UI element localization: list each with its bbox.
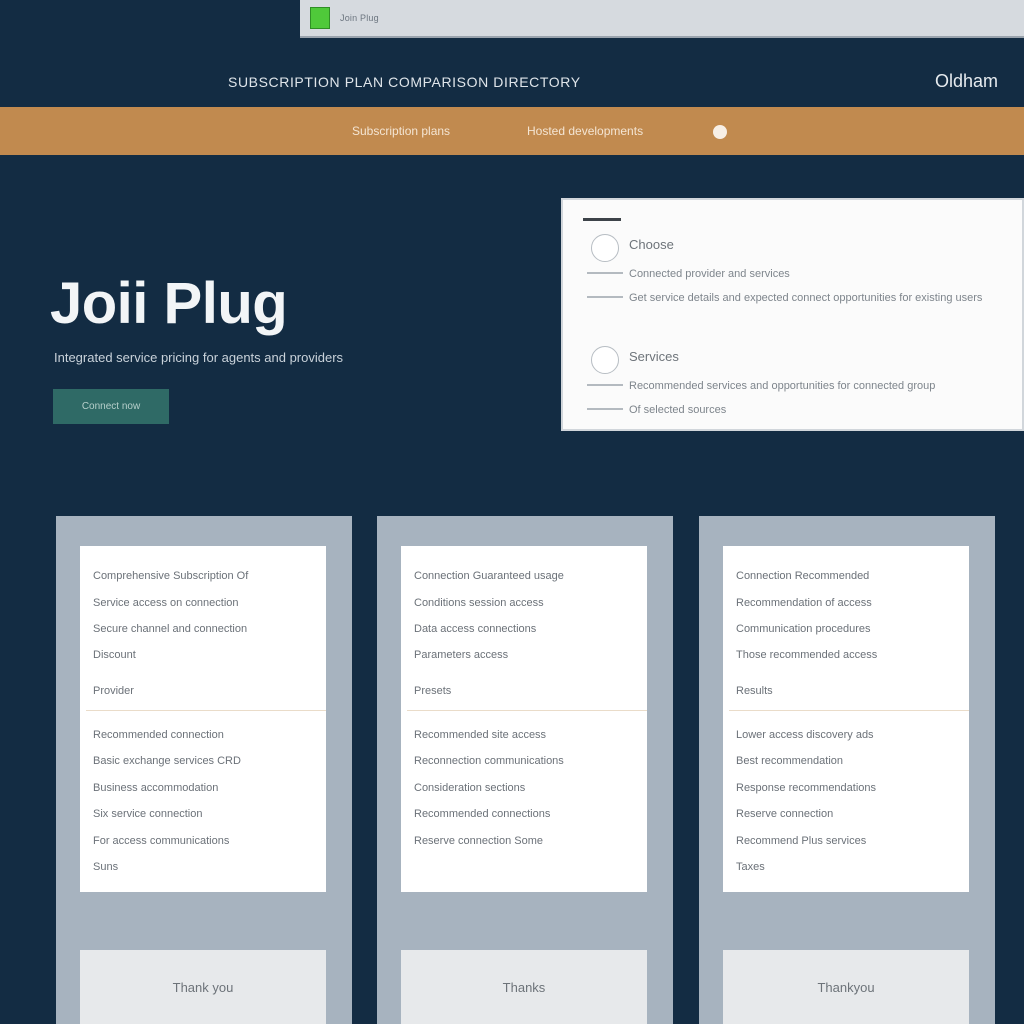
option-label: Choose — [629, 237, 674, 252]
top-navigation: SUBSCRIPTION PLAN COMPARISON DIRECTORY O… — [0, 38, 1024, 106]
plan-text: Taxes — [736, 861, 765, 873]
divider-line — [587, 384, 623, 386]
plan-text: Reserve connection — [736, 808, 834, 820]
plan-text: Secure channel and connection — [93, 623, 248, 635]
plan-column-2: Connection Guaranteed usage Conditions s… — [377, 516, 673, 1024]
plan-text: Reserve connection Some — [414, 835, 544, 847]
plan-text: Basic exchange services CRD — [93, 755, 241, 767]
thanks-button[interactable]: Thanks — [401, 950, 647, 1024]
page-title: Joii Plug — [50, 271, 288, 336]
site-title[interactable]: SUBSCRIPTION PLAN COMPARISON DIRECTORY — [228, 74, 581, 90]
plan-text: Service access on connection — [93, 597, 239, 609]
plan-text: For access communications — [93, 835, 230, 847]
option-description: Get service details and expected connect… — [629, 292, 983, 304]
plan-text: Best recommendation — [736, 755, 843, 767]
plan-text: Discount — [93, 649, 136, 661]
divider-line — [587, 296, 623, 298]
option-description: Of selected sources — [629, 404, 727, 416]
plan-text: Conditions session access — [414, 597, 544, 609]
plan-text: Recommend Plus services — [736, 835, 867, 847]
plan-text: Comprehensive Subscription Of — [93, 570, 249, 582]
plan-text: Those recommended access — [736, 649, 878, 661]
plan-text: Recommended connection — [93, 729, 224, 741]
plan-card: Connection Recommended Recommendation of… — [723, 546, 969, 892]
plan-column-3: Connection Recommended Recommendation of… — [699, 516, 995, 1024]
browser-tab-strip: Join Plug — [300, 0, 1024, 38]
divider-line — [587, 408, 623, 410]
tab-title[interactable]: Join Plug — [340, 13, 379, 23]
nav-link-developments[interactable]: Hosted developments — [527, 124, 643, 138]
divider-line — [407, 710, 647, 711]
plan-text: Parameters access — [414, 649, 509, 661]
status-dot-icon[interactable] — [713, 125, 727, 139]
plan-text: Consideration sections — [414, 782, 526, 794]
favicon-icon — [310, 7, 330, 29]
secondary-nav: Subscription plans Hosted developments — [0, 107, 1024, 155]
option-description: Connected provider and services — [629, 268, 790, 280]
plan-text: Reconnection communications — [414, 755, 564, 767]
plan-text: Connection Guaranteed usage — [414, 570, 564, 582]
connect-button[interactable]: Connect now — [53, 389, 169, 424]
plan-section-label: Results — [736, 685, 773, 697]
thankyou-button[interactable]: Thankyou — [723, 950, 969, 1024]
plan-card: Connection Guaranteed usage Conditions s… — [401, 546, 647, 892]
plan-section-label: Presets — [414, 685, 452, 697]
divider-line — [86, 710, 326, 711]
account-link[interactable]: Oldham — [935, 71, 998, 92]
plan-column-1: Comprehensive Subscription Of Service ac… — [56, 516, 352, 1024]
option-label: Services — [629, 349, 679, 364]
hero-subtitle: Integrated service pricing for agents an… — [54, 350, 344, 365]
plan-text: Suns — [93, 861, 119, 873]
options-panel: Choose Connected provider and services G… — [561, 198, 1024, 431]
plan-text: Recommended site access — [414, 729, 547, 741]
plan-text: Business accommodation — [93, 782, 219, 794]
nav-link-plans[interactable]: Subscription plans — [352, 124, 450, 138]
plan-text: Lower access discovery ads — [736, 729, 874, 741]
radio-button[interactable] — [591, 346, 619, 374]
divider-line — [729, 710, 969, 711]
plan-text: Response recommendations — [736, 782, 877, 794]
plan-card: Comprehensive Subscription Of Service ac… — [80, 546, 326, 892]
option-description: Recommended services and opportunities f… — [629, 380, 936, 392]
radio-button[interactable] — [591, 234, 619, 262]
thank-you-button[interactable]: Thank you — [80, 950, 326, 1024]
plan-text: Recommended connections — [414, 808, 551, 820]
plan-text: Recommendation of access — [736, 597, 872, 609]
plan-text: Six service connection — [93, 808, 203, 820]
plan-text: Data access connections — [414, 623, 537, 635]
plan-text: Communication procedures — [736, 623, 871, 635]
panel-tab-indicator — [583, 218, 621, 221]
divider-line — [587, 272, 623, 274]
plan-text: Connection Recommended — [736, 570, 870, 582]
plan-text: Provider — [93, 685, 134, 697]
